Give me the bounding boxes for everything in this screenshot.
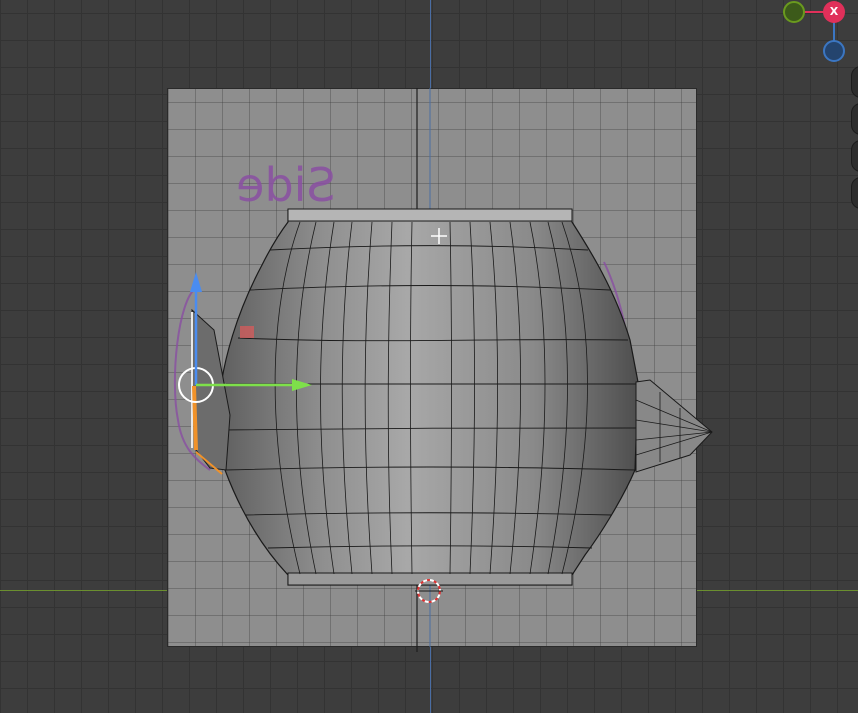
- svg-text:Side: Side: [236, 158, 335, 212]
- mesh-overlay[interactable]: Side: [0, 0, 858, 713]
- pan-button[interactable]: [851, 103, 858, 135]
- nav-gizmo-x-button[interactable]: X: [823, 1, 845, 23]
- camera-view-button[interactable]: [851, 140, 858, 172]
- reference-side-label: Side: [236, 158, 335, 212]
- zoom-button[interactable]: [851, 66, 858, 98]
- nav-gizmo-x-label: X: [829, 5, 839, 18]
- perspective-toggle-button[interactable]: [851, 177, 858, 209]
- nav-gizmo-z-button[interactable]: [823, 40, 845, 62]
- 3d-viewport[interactable]: Side X: [0, 0, 858, 713]
- nav-gizmo-y-button[interactable]: [783, 1, 805, 23]
